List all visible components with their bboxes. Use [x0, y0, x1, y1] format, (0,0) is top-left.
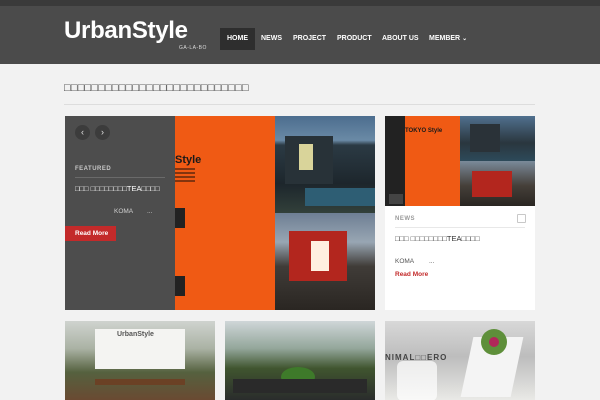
slide-brand-text: Style — [175, 154, 202, 166]
photo-table — [95, 379, 185, 385]
slide-orange-panel: Style — [175, 116, 275, 310]
featured-author: KOMA — [114, 208, 134, 215]
card-image-caption: TOKYO Style — [405, 128, 443, 134]
news-card-title[interactable]: □□□ □□□□□□□□TEA□□□□ — [395, 234, 525, 244]
news-card-divider — [395, 227, 525, 228]
nav-item-member[interactable]: MEMBER ⌄ — [422, 28, 474, 50]
thumb-garden-tent[interactable]: UrbanStyle — [65, 321, 215, 400]
featured-title[interactable]: □□□ □□□□□□□□TEA□□□□ — [75, 184, 165, 194]
nav-item-about-us[interactable]: ABOUT US — [375, 28, 426, 50]
news-card-excerpt: ... — [429, 258, 435, 265]
thumb-floral-cone[interactable]: NIMAL□□ERO — [385, 321, 535, 400]
news-card-author: KOMA — [395, 258, 415, 265]
prev-arrow-icon[interactable]: ‹ — [75, 125, 90, 140]
photo-planter — [233, 379, 367, 393]
news-card: TOKYO Style NEWS □□□ □□□□□□□□TEA□□□□ KOM… — [385, 116, 535, 310]
photo-window — [299, 144, 313, 170]
nav-item-product[interactable]: PRODUCT — [330, 28, 379, 50]
slide-photo-red-container — [275, 213, 375, 310]
card-image-orange: TOKYO Style — [405, 116, 460, 206]
photo-flower — [489, 337, 499, 347]
site-header: UrbanStyle GA-LA-BO HOME NEWS PROJECT PR… — [0, 6, 600, 64]
featured-divider — [75, 177, 165, 178]
page-title: □□□□□□□□□□□□□□□□□□□□□□□□□□□ — [64, 82, 249, 94]
slide-text-lines — [175, 168, 195, 184]
thumb-planters[interactable] — [225, 321, 375, 400]
photo-pool — [305, 188, 375, 206]
photo-glass — [397, 361, 437, 400]
featured-slider[interactable]: Style ‹ › FEATURED □□□ □□□□□□□□TEA□□□□ K… — [65, 116, 375, 310]
next-arrow-icon[interactable]: › — [95, 125, 110, 140]
card-image-thumb — [389, 194, 403, 204]
card-image-photo-bottom — [460, 161, 535, 206]
photo-building — [470, 124, 500, 152]
nav-item-member-label: MEMBER — [429, 35, 461, 42]
featured-read-more-button[interactable]: Read More — [65, 226, 116, 241]
photo-door — [311, 241, 329, 271]
news-card-read-more-link[interactable]: Read More — [395, 271, 428, 278]
featured-label: FEATURED — [75, 166, 112, 172]
thumb-caption: UrbanStyle — [117, 331, 154, 338]
nav-item-news[interactable]: NEWS — [254, 28, 289, 50]
news-card-image[interactable]: TOKYO Style — [385, 116, 535, 206]
slide-thumb-strip — [175, 276, 185, 296]
slide-photo-container-house — [275, 116, 375, 213]
featured-overlay: ‹ › FEATURED □□□ □□□□□□□□TEA□□□□ KOMA ..… — [65, 116, 175, 310]
gallery-icon — [517, 214, 526, 223]
nav-item-project[interactable]: PROJECT — [286, 28, 333, 50]
site-logo[interactable]: UrbanStyle — [64, 18, 188, 44]
site-logo-subtitle: GA-LA-BO — [179, 45, 207, 51]
chevron-down-icon: ⌄ — [462, 36, 468, 42]
card-image-photo-top — [460, 116, 535, 161]
news-card-category: NEWS — [395, 216, 415, 222]
slide-thumb-strip — [175, 208, 185, 228]
featured-excerpt: ... — [147, 208, 153, 215]
nav-item-home[interactable]: HOME — [220, 28, 255, 50]
photo-red-box — [472, 171, 512, 197]
title-divider — [64, 104, 535, 105]
